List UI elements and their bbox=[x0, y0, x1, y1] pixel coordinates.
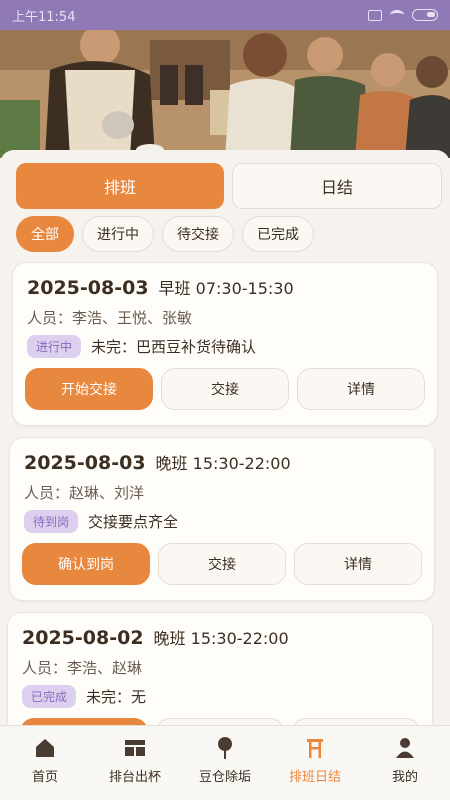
schedule-panel: 排班 日结 全部 进行中 待交接 已完成 2025-08-03 早班 07:30-… bbox=[0, 150, 450, 725]
details-button[interactable]: 详情 bbox=[294, 543, 422, 585]
shift-time: 晚班 15:30-22:00 bbox=[155, 454, 291, 473]
shift-note: 未完：巴西豆补货待确认 bbox=[91, 338, 257, 356]
start-handover-button[interactable]: 开始交接 bbox=[25, 368, 153, 410]
shift-status-row: 待到岗 交接要点齐全 bbox=[24, 510, 178, 533]
shift-status-row: 进行中 未完：巴西豆补货待确认 bbox=[27, 335, 256, 358]
tab-schedule[interactable]: 排班 bbox=[16, 163, 224, 209]
primary-action-button[interactable] bbox=[20, 718, 148, 725]
shift-actions: 确认到岗 交接 详情 bbox=[22, 543, 422, 585]
details-button[interactable] bbox=[292, 718, 420, 725]
shift-date-line: 2025-08-02 晚班 15:30-22:00 bbox=[22, 625, 289, 649]
hero-banner-image bbox=[0, 30, 450, 158]
user-icon bbox=[393, 736, 417, 760]
filter-pending-handover[interactable]: 待交接 bbox=[162, 216, 234, 252]
nav-counter-label: 排台出杯 bbox=[108, 770, 161, 785]
nav-counter[interactable]: 排台出杯 bbox=[90, 736, 180, 785]
details-button[interactable]: 详情 bbox=[297, 368, 425, 410]
nav-bean-storage-label: 豆仓除垢 bbox=[198, 770, 251, 785]
pin-icon bbox=[213, 736, 237, 760]
shift-date: 2025-08-03 bbox=[27, 277, 149, 299]
status-icons bbox=[368, 9, 438, 21]
nav-home[interactable]: 首页 bbox=[0, 736, 90, 785]
nav-profile-label: 我的 bbox=[391, 770, 418, 785]
shift-date-line: 2025-08-03 早班 07:30-15:30 bbox=[27, 275, 294, 299]
shift-time: 早班 07:30-15:30 bbox=[158, 279, 294, 298]
shift-actions bbox=[20, 718, 420, 725]
shift-people: 人员：李浩、赵琳 bbox=[22, 659, 143, 677]
shift-card: 2025-08-03 早班 07:30-15:30 人员：李浩、王悦、张敏 进行中… bbox=[12, 262, 438, 426]
status-bar: 上午11:54 bbox=[0, 0, 450, 30]
nav-bean-storage[interactable]: 豆仓除垢 bbox=[180, 736, 270, 785]
nav-profile[interactable]: 我的 bbox=[360, 736, 450, 785]
counter-icon bbox=[123, 736, 147, 760]
shift-people: 人员：赵琳、刘洋 bbox=[24, 484, 145, 502]
shift-note: 交接要点齐全 bbox=[88, 513, 179, 531]
shift-date: 2025-08-03 bbox=[24, 452, 146, 474]
handover-button[interactable] bbox=[156, 718, 284, 725]
shift-actions: 开始交接 交接 详情 bbox=[25, 368, 425, 410]
shift-card: 2025-08-03 晚班 15:30-22:00 人员：赵琳、刘洋 待到岗 交接… bbox=[9, 437, 435, 601]
filter-all[interactable]: 全部 bbox=[16, 216, 74, 252]
confirm-arrival-button[interactable]: 确认到岗 bbox=[22, 543, 150, 585]
filter-in-progress[interactable]: 进行中 bbox=[82, 216, 154, 252]
status-filters: 全部 进行中 待交接 已完成 bbox=[16, 216, 314, 252]
bottom-navigation: 首页 排台出杯 豆仓除垢 排班日结 我的 bbox=[0, 725, 450, 800]
filter-completed[interactable]: 已完成 bbox=[242, 216, 314, 252]
sim-icon bbox=[368, 9, 382, 21]
shift-people: 人员：李浩、王悦、张敏 bbox=[27, 309, 193, 327]
shift-time: 晚班 15:30-22:00 bbox=[153, 629, 289, 648]
nav-schedule-label: 排班日结 bbox=[288, 770, 341, 785]
home-icon bbox=[33, 736, 57, 760]
shift-card: 2025-08-02 晚班 15:30-22:00 人员：李浩、赵琳 已完成 未完… bbox=[7, 612, 433, 725]
status-time: 上午11:54 bbox=[12, 9, 76, 25]
schedule-icon bbox=[303, 736, 327, 760]
wifi-icon bbox=[390, 10, 404, 20]
shift-status-row: 已完成 未完：无 bbox=[22, 685, 146, 708]
handover-button[interactable]: 交接 bbox=[161, 368, 289, 410]
shift-note: 未完：无 bbox=[86, 688, 147, 706]
battery-icon bbox=[412, 9, 438, 21]
nav-schedule[interactable]: 排班日结 bbox=[270, 736, 360, 785]
shift-date-line: 2025-08-03 晚班 15:30-22:00 bbox=[24, 450, 291, 474]
handover-button[interactable]: 交接 bbox=[158, 543, 286, 585]
status-badge: 待到岗 bbox=[24, 510, 79, 533]
nav-home-label: 首页 bbox=[31, 770, 58, 785]
segment-control: 排班 日结 bbox=[16, 163, 442, 209]
status-badge: 进行中 bbox=[27, 335, 82, 358]
shift-date: 2025-08-02 bbox=[22, 627, 144, 649]
tab-daily-settlement[interactable]: 日结 bbox=[232, 163, 442, 209]
status-badge: 已完成 bbox=[22, 685, 77, 708]
